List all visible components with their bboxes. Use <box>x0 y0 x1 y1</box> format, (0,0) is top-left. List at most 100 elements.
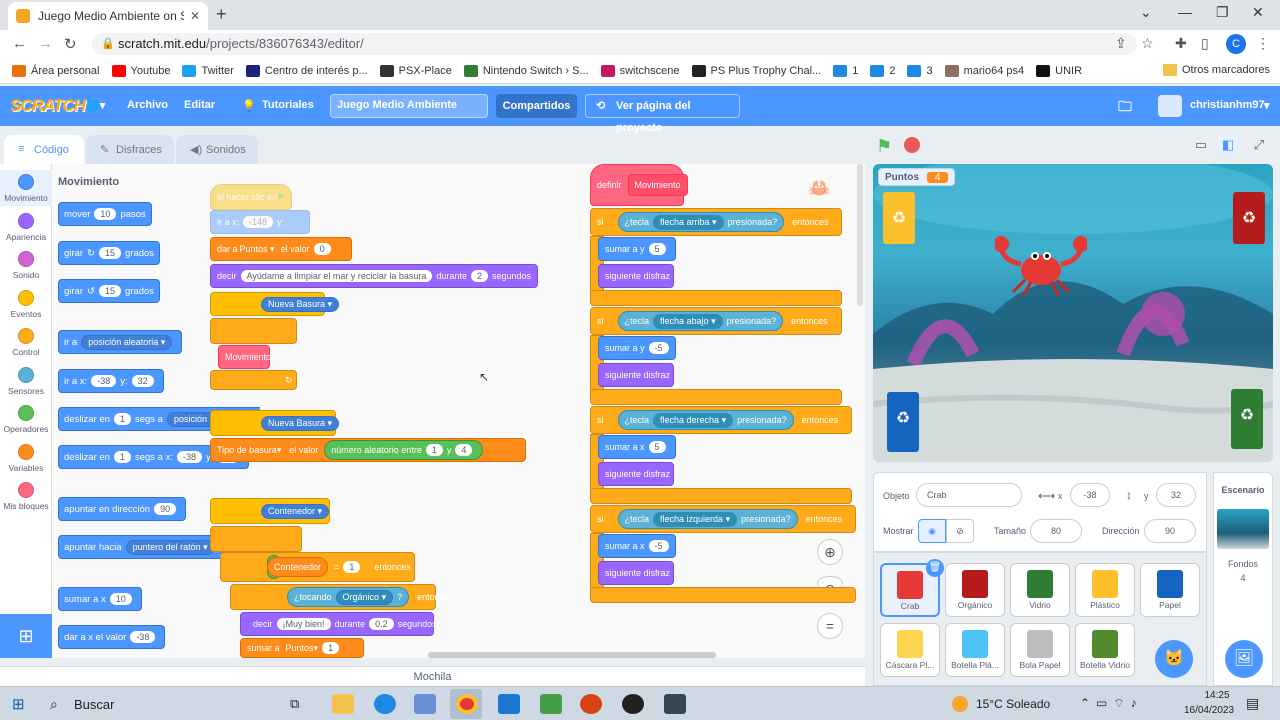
bookmark-item[interactable]: switchscene <box>600 64 680 77</box>
system-tray-icons[interactable]: ⌃▭⌔♪ <box>1080 696 1143 711</box>
block-next-costume[interactable]: siguiente disfraz <box>598 561 674 585</box>
mail-icon[interactable] <box>498 694 520 714</box>
category-item[interactable]: Variables <box>0 440 52 476</box>
category-movimiento[interactable]: Movimiento <box>0 170 52 206</box>
bookmark-item[interactable]: Twitter <box>182 64 234 77</box>
block-if-touching[interactable]: ¿tocando Orgánico ▾? entonces <box>230 584 454 610</box>
script-area[interactable]: al hacer clic en ⚑ ir a x: -148 y: dar a Pun… <box>210 164 865 658</box>
task-view-icon[interactable]: ⧉ <box>290 696 299 712</box>
block-define-movimiento[interactable]: definir Movimiento <box>590 164 688 206</box>
stop-icon[interactable] <box>904 137 920 153</box>
sprite-tile[interactable]: Botella Vidrio <box>1075 623 1135 677</box>
block-if-key-pressed[interactable]: si ¿tecla flecha izquierda ▾ presionada? ent… <box>590 505 856 533</box>
block-when-receive-contenedor[interactable]: Contenedor ▾ <box>210 498 330 524</box>
sprite-tile[interactable]: Orgánico <box>945 563 1005 617</box>
sprite-tile[interactable]: Plástico <box>1075 563 1135 617</box>
category-item[interactable]: Operadores <box>0 401 52 437</box>
sprite-tile[interactable]: Vidrio <box>1010 563 1070 617</box>
bookmark-item[interactable]: Centro de interés p... <box>245 64 368 77</box>
tab-sounds[interactable]: ◀) Sonidos <box>176 135 258 165</box>
weather-text[interactable]: 15°C Soleado <box>976 697 1050 711</box>
sprite-plastico-bin[interactable]: ♻ <box>883 192 915 244</box>
block-point-towards[interactable]: apuntar hacia puntero del ratón ▾ <box>58 535 225 559</box>
category-item[interactable]: Mis bloques <box>0 478 52 514</box>
powerpoint-icon[interactable] <box>580 694 602 714</box>
menu-tutoriales[interactable]: Tutoriales <box>262 99 314 111</box>
block-next-costume[interactable]: siguiente disfraz <box>598 363 674 387</box>
category-item[interactable]: Sensores <box>0 363 52 399</box>
bookmark-item[interactable]: 2 <box>870 64 895 77</box>
block-next-costume[interactable]: siguiente disfraz <box>598 462 674 486</box>
bookmark-item[interactable]: Youtube <box>111 64 170 77</box>
block-say-for-secs[interactable]: decir Ayúdame a limpiar el mar y reciclar… <box>210 264 538 288</box>
vertical-scrollbar[interactable] <box>857 164 863 306</box>
tab-search-icon[interactable]: ⌄ <box>1140 4 1152 21</box>
zoom-in-icon[interactable]: ⊕ <box>817 539 843 565</box>
forward-icon[interactable]: → <box>38 35 53 52</box>
block-change-coord[interactable]: sumar a x -5 <box>598 534 676 558</box>
block-change-points[interactable]: sumar a Puntos ▾ 1 <box>240 638 364 658</box>
normal-stage-icon[interactable]: ◧ <box>1217 134 1239 156</box>
bookmark-item[interactable]: PSX-Place <box>379 64 452 77</box>
other-bookmarks[interactable]: Otros marcadores <box>1162 64 1270 76</box>
block-forever-end[interactable]: ↻ <box>210 370 297 390</box>
block-if-contenedor[interactable]: Contenedor = 1 entonces <box>220 552 415 582</box>
bookmark-item[interactable]: UNIR <box>1036 64 1082 77</box>
block-next-costume[interactable]: siguiente disfraz <box>598 264 674 288</box>
bookmark-item[interactable]: 3 <box>907 64 933 77</box>
bookmark-item[interactable]: mario64 ps4 <box>944 64 1024 77</box>
y-position-input[interactable]: 32 <box>1156 483 1196 507</box>
block-set-x[interactable]: dar a x el valor -38 <box>58 625 166 649</box>
bookmark-item[interactable]: 1 <box>833 64 858 77</box>
menu-kebab-icon[interactable]: ⋮ <box>1256 35 1270 52</box>
windows-start-icon[interactable]: ⊞ <box>12 695 25 713</box>
obs-icon[interactable] <box>622 694 644 714</box>
notifications-icon[interactable]: ▤ <box>1246 695 1259 712</box>
minimize-icon[interactable]: — <box>1178 4 1192 20</box>
menu-archivo[interactable]: Archivo <box>127 99 168 111</box>
language-globe-icon[interactable]: 🌐▾ <box>86 99 105 112</box>
user-avatar[interactable] <box>1158 95 1182 117</box>
sprite-tile[interactable]: Bola Papel <box>1010 623 1070 677</box>
profile-avatar[interactable]: C <box>1226 34 1246 54</box>
bookmark-item[interactable]: Nintendo Switch › S... <box>463 64 589 77</box>
bookmark-item[interactable]: Área personal <box>12 64 100 77</box>
sprite-tile[interactable]: Cáscara Pl... <box>880 623 940 677</box>
horizontal-scrollbar[interactable] <box>428 652 716 658</box>
backpack-bar[interactable]: Mochila <box>0 666 865 686</box>
block-broadcast-new-trash[interactable]: Nueva Basura ▾ <box>210 292 340 316</box>
scratch-logo[interactable]: SCRATCH <box>10 96 86 116</box>
see-project-page-button[interactable]: ⟲ Ver página del proyecto <box>585 94 740 134</box>
new-tab-icon[interactable]: + <box>216 4 227 25</box>
browser-tab[interactable]: Juego Medio Ambiente on Scrat ✕ <box>8 2 208 30</box>
share-button[interactable]: Compartidos <box>496 94 577 118</box>
green-flag-run-icon[interactable]: ⚑ <box>876 136 892 157</box>
category-item[interactable]: Eventos <box>0 286 52 322</box>
zoom-reset-icon[interactable]: = <box>817 613 843 639</box>
stage-canvas[interactable]: Puntos 4 ♻ ♻ ♻ ♻ <box>873 164 1273 462</box>
share-icon[interactable]: ⇪ <box>1115 35 1127 52</box>
close-window-icon[interactable]: ✕ <box>1252 4 1264 21</box>
block-call-movimiento[interactable]: Movimiento <box>218 345 271 369</box>
block-forever[interactable] <box>210 318 297 344</box>
bookmark-star-icon[interactable]: ☆ <box>1141 35 1154 52</box>
block-if-end[interactable] <box>590 488 852 504</box>
block-set-trash-type[interactable]: Tipo de basura ▾ el valor número aleatorio… <box>210 438 526 462</box>
block-forever-2[interactable] <box>210 526 302 552</box>
close-tab-icon[interactable]: ✕ <box>190 9 200 23</box>
choose-sprite-button[interactable]: 🐱 <box>1155 640 1193 678</box>
block-if-key-pressed[interactable]: si ¿tecla flecha abajo ▾ presionada? entonce… <box>590 307 842 335</box>
block-change-x[interactable]: sumar a x 10 <box>58 587 142 611</box>
notes-icon[interactable] <box>540 694 562 714</box>
block-script-go-to-xy[interactable]: ir a x: -148 y: <box>210 210 310 234</box>
category-item[interactable]: Control <box>0 324 52 360</box>
store-icon[interactable] <box>414 694 436 714</box>
show-eye-icon[interactable]: ◉ <box>918 519 946 543</box>
size-input[interactable]: 80 <box>1030 519 1082 543</box>
block-change-coord[interactable]: sumar a y5 <box>598 237 676 261</box>
block-turn-right[interactable]: girar ↻ 15 grados <box>58 241 161 265</box>
sprite-tile[interactable]: Papel <box>1140 563 1200 617</box>
taskbar-search[interactable]: Buscar <box>74 697 114 712</box>
fullscreen-icon[interactable]: ⤢ <box>1248 134 1270 156</box>
block-if-end[interactable] <box>590 587 856 603</box>
